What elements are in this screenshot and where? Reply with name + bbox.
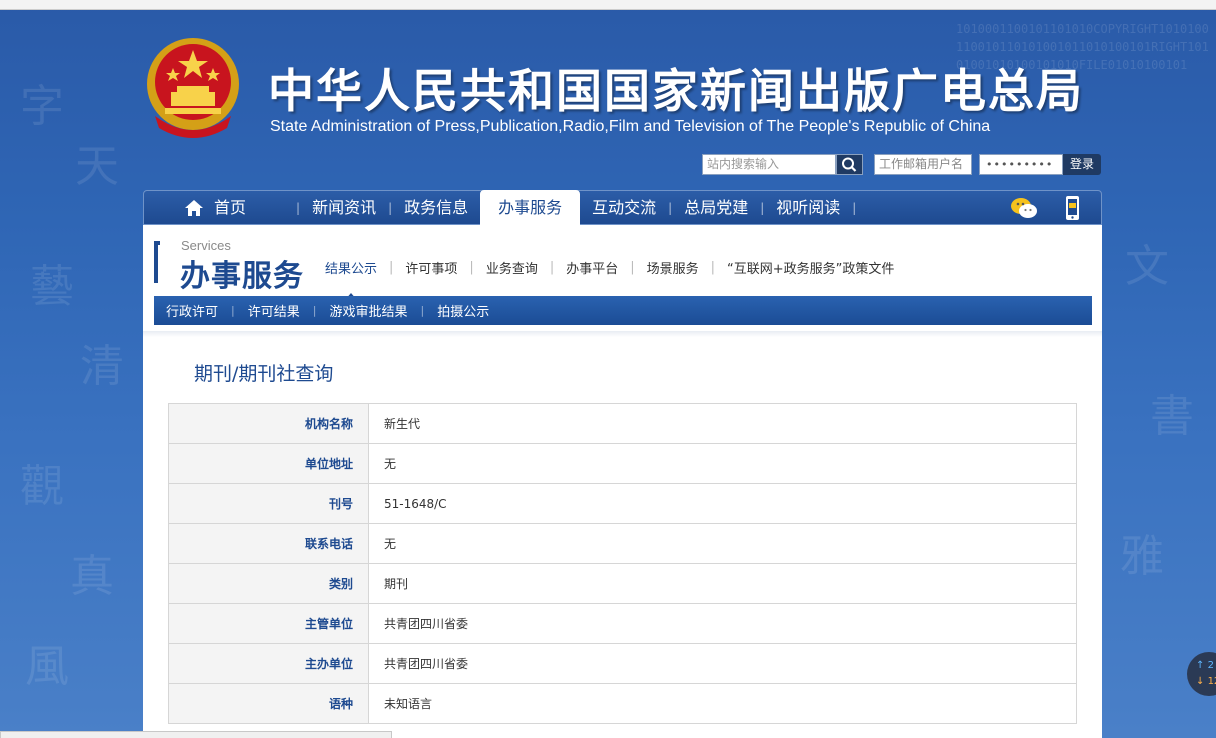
field-value: 51-1648/C	[368, 483, 1077, 524]
field-label: 主管单位	[168, 603, 369, 644]
field-label: 语种	[168, 683, 369, 724]
tab-filming-notice[interactable]: 拍摄公示	[437, 301, 489, 320]
tab-license-results[interactable]: 许可结果	[248, 301, 300, 320]
field-label: 类别	[168, 563, 369, 604]
email-username-input[interactable]: 工作邮箱用户名	[874, 154, 972, 175]
table-row: 主办单位 共青团四川省委	[168, 643, 1077, 684]
home-icon	[185, 199, 203, 216]
login-button[interactable]: 登录	[1063, 154, 1101, 175]
tab-separator: |	[420, 304, 425, 317]
nav-item-services[interactable]: 办事服务	[480, 190, 581, 225]
nav-item-label: 首页	[214, 198, 247, 217]
search-input[interactable]: 站内搜索输入	[702, 154, 836, 175]
search-button[interactable]	[836, 154, 863, 175]
field-label: 刊号	[168, 483, 369, 524]
sub-nav-platform[interactable]: 办事平台	[554, 258, 630, 277]
record-table: 机构名称 新生代 单位地址 无 刊号 51-1648/C 联系电话 无 类别 期…	[168, 403, 1077, 724]
bookmarks-bar	[0, 0, 1216, 10]
field-label: 单位地址	[168, 443, 369, 484]
field-value: 共青团四川省委	[368, 603, 1077, 644]
nav-separator: |	[852, 200, 857, 215]
sub-nav-label: 结果公示	[325, 262, 378, 277]
section-bracket-decoration	[154, 241, 160, 283]
section-header: Services 办事服务 结果公示 | 许可事项 | 业务查询 | 办事平台 …	[143, 225, 1102, 300]
divider	[143, 331, 1102, 337]
national-emblem-icon	[147, 38, 239, 138]
tab-separator: |	[231, 304, 235, 317]
sub-nav-results[interactable]: 结果公示	[313, 258, 389, 300]
upload-speed: ↑ 2	[1196, 660, 1214, 671]
table-row: 类别 期刊	[168, 563, 1077, 604]
network-speed-widget[interactable]: ↑ 2 ↓ 12	[1187, 652, 1216, 696]
services-panel: Services 办事服务 结果公示 | 许可事项 | 业务查询 | 办事平台 …	[143, 225, 1102, 738]
table-row: 刊号 51-1648/C	[168, 483, 1077, 524]
table-row: 机构名称 新生代	[168, 403, 1077, 444]
mobile-icon[interactable]	[1057, 195, 1087, 221]
field-value: 未知语言	[368, 683, 1077, 724]
upload-speed-value: 2	[1207, 660, 1214, 671]
sub-nav: 结果公示 | 许可事项 | 业务查询 | 办事平台 | 场景服务 | “互联网+…	[313, 258, 906, 300]
tab-separator: |	[312, 304, 317, 317]
sub-nav-query[interactable]: 业务查询	[474, 258, 550, 277]
wechat-icon[interactable]	[1009, 195, 1039, 221]
download-speed-value: 12	[1207, 676, 1216, 687]
site-subtitle: State Administration of Press,Publicatio…	[270, 118, 991, 135]
field-value: 无	[368, 523, 1077, 564]
sub-nav-licensing[interactable]: 许可事项	[393, 258, 469, 277]
field-value: 新生代	[368, 403, 1077, 444]
table-row: 主管单位 共青团四川省委	[168, 603, 1077, 644]
nav-item-home[interactable]: 首页	[144, 190, 296, 225]
nav-social-links	[1009, 195, 1101, 221]
nav-item-audiovisual[interactable]: 视听阅读	[764, 190, 852, 225]
nav-item-party-building[interactable]: 总局党建	[672, 190, 760, 225]
table-row: 语种 未知语言	[168, 683, 1077, 724]
browser-status-bar	[0, 731, 392, 738]
main-nav: 首页 | 新闻资讯 | 政务信息 办事服务 互动交流 | 总局党建 | 视听阅读…	[143, 190, 1102, 225]
search-icon	[842, 157, 857, 172]
field-label: 主办单位	[168, 643, 369, 684]
section-label-cn: 办事服务	[180, 259, 304, 294]
download-speed: ↓ 12	[1196, 674, 1216, 690]
tab-administrative-license[interactable]: 行政许可	[166, 301, 218, 320]
page-title: 期刊/期刊社查询	[194, 363, 334, 385]
table-row: 联系电话 无	[168, 523, 1077, 564]
field-label: 机构名称	[168, 403, 369, 444]
nav-item-interaction[interactable]: 互动交流	[580, 190, 668, 225]
tab-game-approval-results[interactable]: 游戏审批结果	[329, 301, 407, 320]
field-value: 共青团四川省委	[368, 643, 1077, 684]
field-value: 期刊	[368, 563, 1077, 604]
table-row: 单位地址 无	[168, 443, 1077, 484]
field-label: 联系电话	[168, 523, 369, 564]
nav-item-news[interactable]: 新闻资讯	[300, 190, 388, 225]
password-input[interactable]: •••••••••	[979, 154, 1063, 175]
site-title: 中华人民共和国国家新闻出版广电总局	[268, 64, 1084, 118]
sub-nav-policy-docs[interactable]: “互联网+政务服务”政策文件	[715, 258, 906, 277]
sub-nav-scene-service[interactable]: 场景服务	[635, 258, 711, 277]
tabs-bar: 行政许可 | 许可结果 | 游戏审批结果 | 拍摄公示	[154, 296, 1092, 325]
field-value: 无	[368, 443, 1077, 484]
nav-item-government-info[interactable]: 政务信息	[392, 190, 480, 225]
